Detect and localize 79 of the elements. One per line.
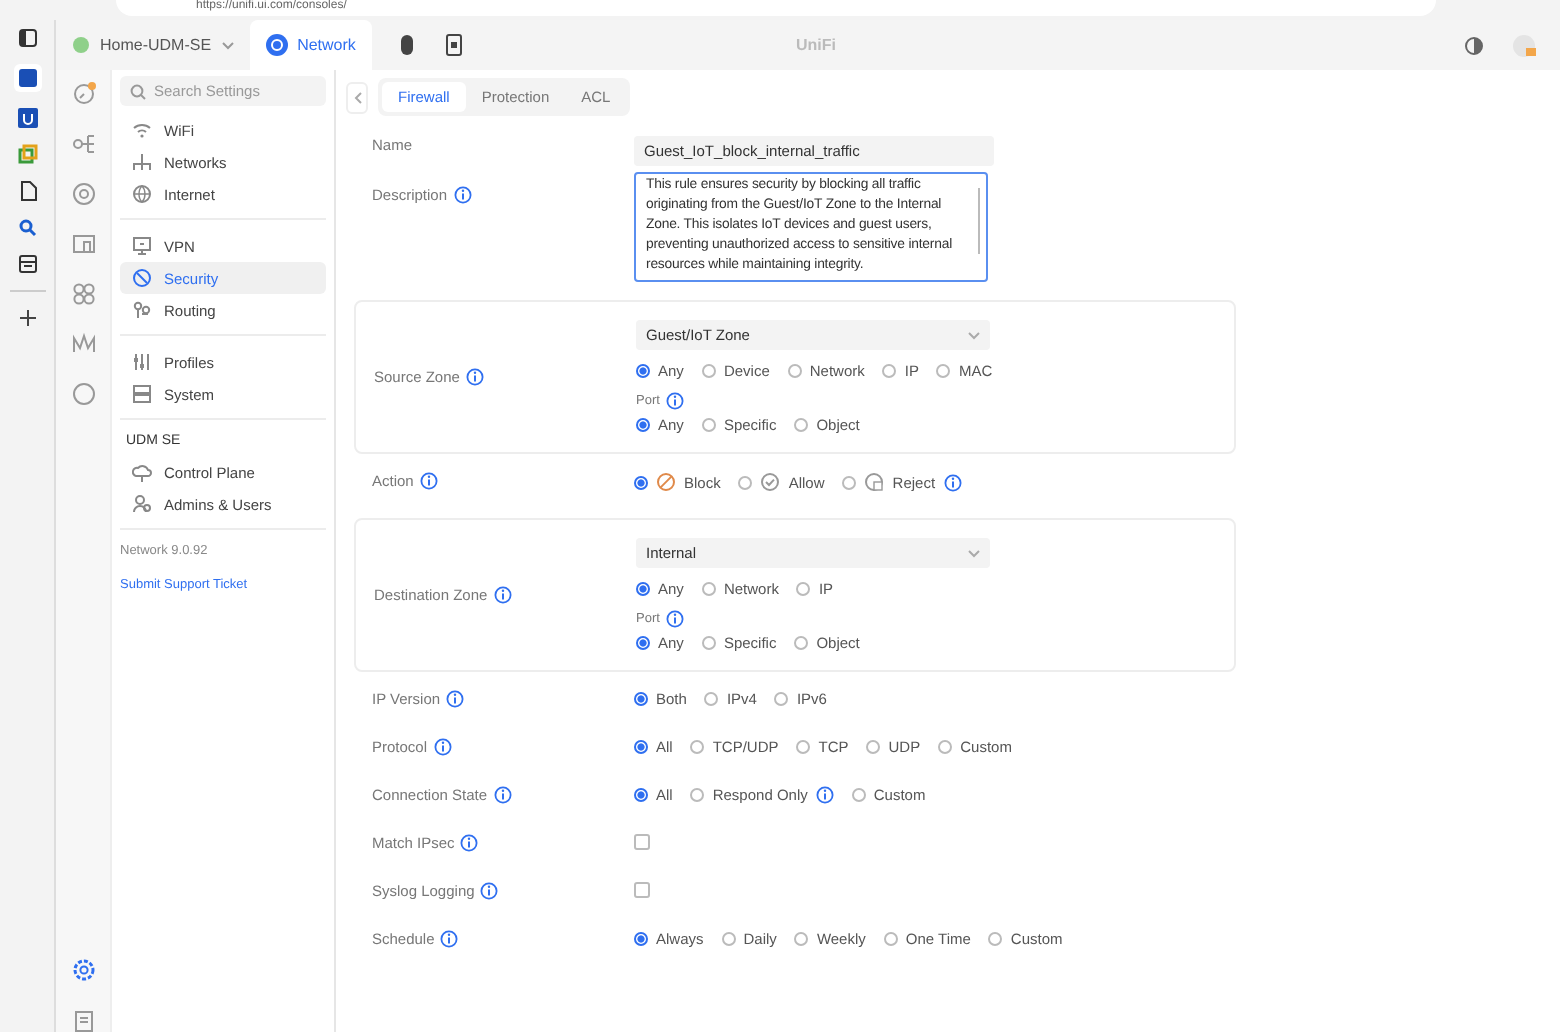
radio-button[interactable]: [636, 364, 650, 378]
radio-button[interactable]: [701, 364, 716, 378]
app-icon: [13, 64, 41, 92]
radio-button[interactable]: [787, 364, 802, 378]
radio-button[interactable]: [794, 418, 809, 432]
radio-button[interactable]: [774, 692, 789, 706]
radio-button[interactable]: [634, 475, 648, 489]
gauge-icon: [71, 82, 95, 106]
puzzle-icon: [17, 144, 37, 164]
radio-button[interactable]: [988, 932, 1003, 946]
monitor-icon: [132, 236, 152, 256]
radio-button[interactable]: [636, 418, 650, 432]
document-icon: [17, 180, 37, 202]
radio-button[interactable]: [634, 692, 648, 706]
plus-icon: [17, 308, 37, 328]
clipboard-icon: [71, 1008, 95, 1032]
chevron-icon: [353, 91, 361, 103]
network-icon: [132, 152, 152, 172]
contrast-icon: [1464, 35, 1484, 55]
radio-button[interactable]: [866, 740, 881, 754]
devices-icon: [71, 232, 95, 256]
server-icon: [132, 384, 152, 404]
radio-button[interactable]: [883, 932, 898, 946]
checkbox[interactable]: [634, 834, 650, 850]
radio-button[interactable]: [938, 740, 953, 754]
app-logo-icon: [265, 34, 288, 56]
calendar-icon: [17, 254, 37, 274]
radio-button[interactable]: [842, 475, 857, 489]
topology-icon: [71, 132, 95, 156]
tabs-icon: [17, 28, 37, 48]
radio-button[interactable]: [701, 636, 716, 650]
caret-icon: [968, 549, 980, 557]
radio-button[interactable]: [851, 788, 866, 802]
radio-button[interactable]: [794, 932, 809, 946]
sliders-icon: [132, 352, 152, 372]
check-circle-icon: [760, 472, 781, 492]
target-icon: [71, 182, 95, 206]
radio-button[interactable]: [796, 740, 811, 754]
status-dot-icon: [72, 36, 90, 54]
search-icon: [130, 83, 146, 99]
radio-button[interactable]: [936, 364, 951, 378]
users-icon: [132, 494, 152, 514]
radio-button[interactable]: [634, 932, 648, 946]
tablet-icon: [445, 34, 462, 56]
radio-button[interactable]: [636, 636, 650, 650]
radio-button[interactable]: [701, 582, 716, 596]
routing-icon: [132, 300, 152, 320]
radio-button[interactable]: [796, 582, 811, 596]
checkbox[interactable]: [634, 882, 650, 898]
radio-button[interactable]: [690, 740, 705, 754]
wifi-icon: [132, 120, 152, 140]
block-icon: [656, 472, 676, 492]
radio-button[interactable]: [738, 475, 753, 489]
back-button[interactable]: [346, 81, 368, 113]
app-tab[interactable]: Home-UDM-SE: [56, 20, 250, 70]
search-icon: [17, 218, 37, 238]
radio-button[interactable]: [636, 582, 650, 596]
caret-icon: [221, 41, 234, 49]
app-tab[interactable]: Network: [249, 20, 372, 70]
grid-icon: [71, 282, 95, 306]
radio-button[interactable]: [690, 788, 705, 802]
cloud-icon: [132, 462, 152, 482]
brand-name: UniFi: [796, 36, 836, 54]
radio-button[interactable]: [634, 740, 648, 754]
avatar-icon: [1512, 33, 1536, 57]
radio-button[interactable]: [721, 932, 736, 946]
caret-icon: [968, 331, 980, 339]
wave-icon: [71, 332, 95, 356]
radio-button[interactable]: [704, 692, 719, 706]
radio-button[interactable]: [882, 364, 897, 378]
info-icon: [665, 610, 684, 628]
radio-button[interactable]: [794, 636, 809, 650]
reject-icon: [864, 472, 885, 492]
globe-icon: [132, 184, 152, 204]
info-icon: [665, 392, 684, 410]
radio-button[interactable]: [634, 788, 648, 802]
settings-icon: [71, 958, 95, 982]
app-icon: [17, 108, 37, 128]
radio-button[interactable]: [701, 418, 716, 432]
